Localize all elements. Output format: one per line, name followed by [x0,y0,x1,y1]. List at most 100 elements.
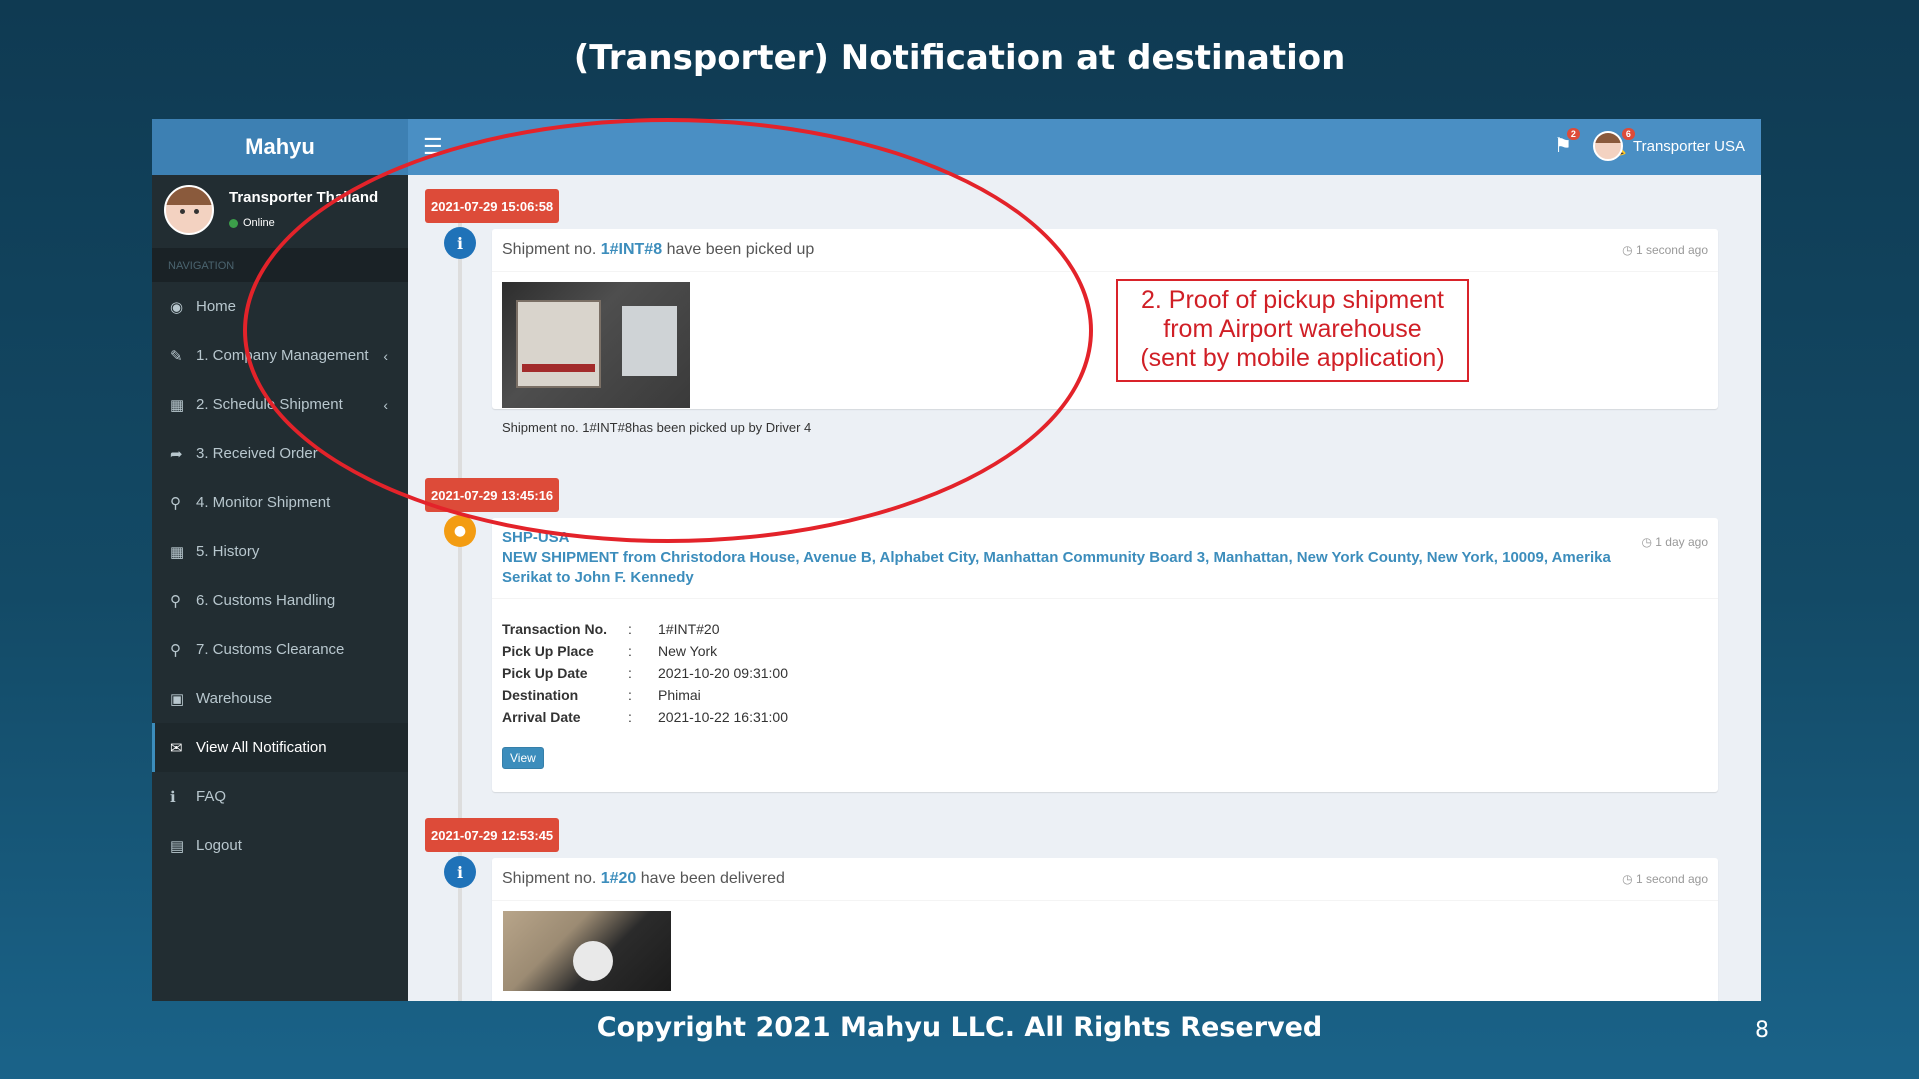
detail-value: New York [658,643,718,659]
search-icon: ⚲ [170,592,181,610]
nav-header: NAVIGATION [152,248,408,282]
calendar-icon: ▦ [170,543,185,561]
shipment-link[interactable]: 1#INT#8 [601,241,662,258]
detail-value: 1#INT#20 [658,621,720,637]
sidebar-user-status: Online [229,217,275,229]
sidebar-item-label: 5. History [196,543,260,560]
sidebar-item-label: 4. Monitor Shipment [196,494,331,511]
detail-key: Pick Up Date [502,665,588,681]
callout-line: from Airport warehouse [1163,315,1422,343]
time-ago-text: 1 second ago [1635,872,1708,886]
sidebar-item-label: 1. Company Management [196,347,369,364]
detail-row: Pick Up Place: New York [502,643,1708,665]
sidebar-item-warehouse[interactable]: ▣ Warehouse [152,674,408,723]
time-ago: ◷ 1 second ago [1622,243,1708,257]
info-icon: i [444,856,476,888]
calendar-icon: ▦ [170,396,185,414]
timeline-item-body: Shipment no. 1#INT#8has been picked up b… [492,272,1718,445]
status-label: Online [243,217,275,229]
time-label: 2021-07-29 13:45:16 [425,478,560,512]
timeline-item: Shipment no. 1#INT#8 have been picked up… [492,229,1718,435]
sidebar-item-company-management[interactable]: ✎ 1. Company Management ‹ [152,331,408,380]
online-dot-icon [229,218,238,228]
sidebar-item-monitor-shipment[interactable]: ⚲ 4. Monitor Shipment [152,478,408,527]
warehouse-icon: ▣ [170,690,185,708]
detail-separator: : [628,621,632,637]
annotation-callout: 2. Proof of pickup shipment from Airport… [1116,279,1469,382]
callout-line: 2. Proof of pickup shipment [1141,286,1444,314]
new-shipment-message[interactable]: NEW SHIPMENT from Christodora House, Ave… [502,548,1627,588]
flag-icon[interactable]: ⚑ 2 [1554,128,1580,158]
sidebar-avatar [164,185,214,235]
avatar-hair [1595,133,1622,144]
time-ago: ◷ 1 day ago [1641,532,1708,552]
edit-icon: ✎ [170,347,183,365]
notification-timeline: 2021-07-29 15:06:58 i Shipment no. 1#INT… [408,175,1761,1001]
detail-key: Transaction No. [502,621,608,637]
shipment-link[interactable]: 1#20 [601,870,637,887]
detail-key: Destination [502,687,579,703]
detail-key: Arrival Date [502,709,581,725]
detail-value: 2021-10-22 16:31:00 [658,709,788,725]
sidebar-item-faq[interactable]: ℹ FAQ [152,772,408,821]
header-prefix: Shipment no. [502,870,597,887]
info-icon: ℹ [170,788,176,806]
time-label: 2021-07-29 15:06:58 [425,189,560,223]
time-ago: ◷ 1 second ago [1622,872,1708,886]
timeline-item: Shipment no. 1#20 have been delivered ◷ … [492,858,1718,1001]
photo-document [622,306,677,376]
sidebar-item-history[interactable]: ▦ 5. History [152,527,408,576]
sidebar-item-schedule-shipment[interactable]: ▦ 2. Schedule Shipment ‹ [152,380,408,429]
slide-title: (Transporter) Notification at destinatio… [573,38,1346,78]
pickup-proof-photo[interactable] [502,282,690,408]
timeline-item-header: Shipment no. 1#INT#8 have been picked up… [492,229,1718,272]
sidebar-item-received-order[interactable]: ➦ 3. Received Order [152,429,408,478]
share-arrow-icon: ➦ [170,445,183,463]
user-menu[interactable]: Transporter USA [1593,131,1745,161]
delivery-proof-photo[interactable] [503,911,671,991]
sidebar-item-logout[interactable]: ▤ Logout [152,821,408,870]
time-ago-text: 1 day ago [1655,535,1708,549]
sidebar-item-label: 2. Schedule Shipment [196,396,343,413]
timeline-item-header: Shipment no. 1#20 have been delivered ◷ … [492,858,1718,901]
search-icon: ⚲ [170,494,181,512]
sidebar: Transporter Thailand Online NAVIGATION ◉… [152,175,408,1001]
sidebar-item-customs-clearance[interactable]: ⚲ 7. Customs Clearance [152,625,408,674]
sidebar-item-label: 7. Customs Clearance [196,641,345,658]
timeline-item-header: SHP-USA NEW SHIPMENT from Christodora Ho… [492,518,1718,599]
avatar-hair [166,187,212,206]
brand-logo[interactable]: Mahyu [152,119,408,175]
clock-icon: ◷ [1622,872,1636,886]
sidebar-item-label: 3. Received Order [196,445,318,462]
info-icon: i [444,227,476,259]
timeline-item: SHP-USA NEW SHIPMENT from Christodora Ho… [492,518,1718,792]
avatar [1593,131,1624,161]
avatar-eye [180,209,185,215]
view-button[interactable]: View [502,747,544,769]
sidebar-item-label: 6. Customs Handling [196,592,336,609]
timeline-item-body: Transaction No.: 1#INT#20 Pick Up Place: N… [492,599,1718,779]
sidebar-item-view-all-notification[interactable]: ✉ View All Notification [152,723,408,772]
detail-separator: : [628,709,632,725]
sidebar-item-customs-handling[interactable]: ⚲ 6. Customs Handling [152,576,408,625]
sidebar-item-home[interactable]: ◉ Home [152,282,408,331]
photo-label-stripe [522,364,595,372]
clock-icon: ◷ [1641,535,1656,549]
flag-badge: 2 [1566,128,1580,140]
chat-bubble-icon: ● [444,515,476,547]
detail-separator: : [628,665,632,681]
time-ago-text: 1 second ago [1635,243,1708,257]
detail-separator: : [628,687,632,703]
user-panel: Transporter Thailand Online [152,175,408,248]
sidebar-item-label: Warehouse [196,690,273,707]
clock-icon: ◷ [1622,243,1636,257]
chevron-left-icon: ‹ [383,347,388,364]
menu-toggle-icon[interactable]: ☰ [423,134,443,160]
user-menu-name: Transporter USA [1633,137,1745,155]
sender-link[interactable]: SHP-USA [502,528,1708,548]
chevron-left-icon: ‹ [383,396,388,413]
detail-value: Phimai [658,687,701,703]
search-icon: ⚲ [170,641,181,659]
app-window: Mahyu ☰ ⚑2 🔔6 Transporter USA Transporte… [152,119,1761,1001]
sidebar-item-label: View All Notification [196,739,327,756]
